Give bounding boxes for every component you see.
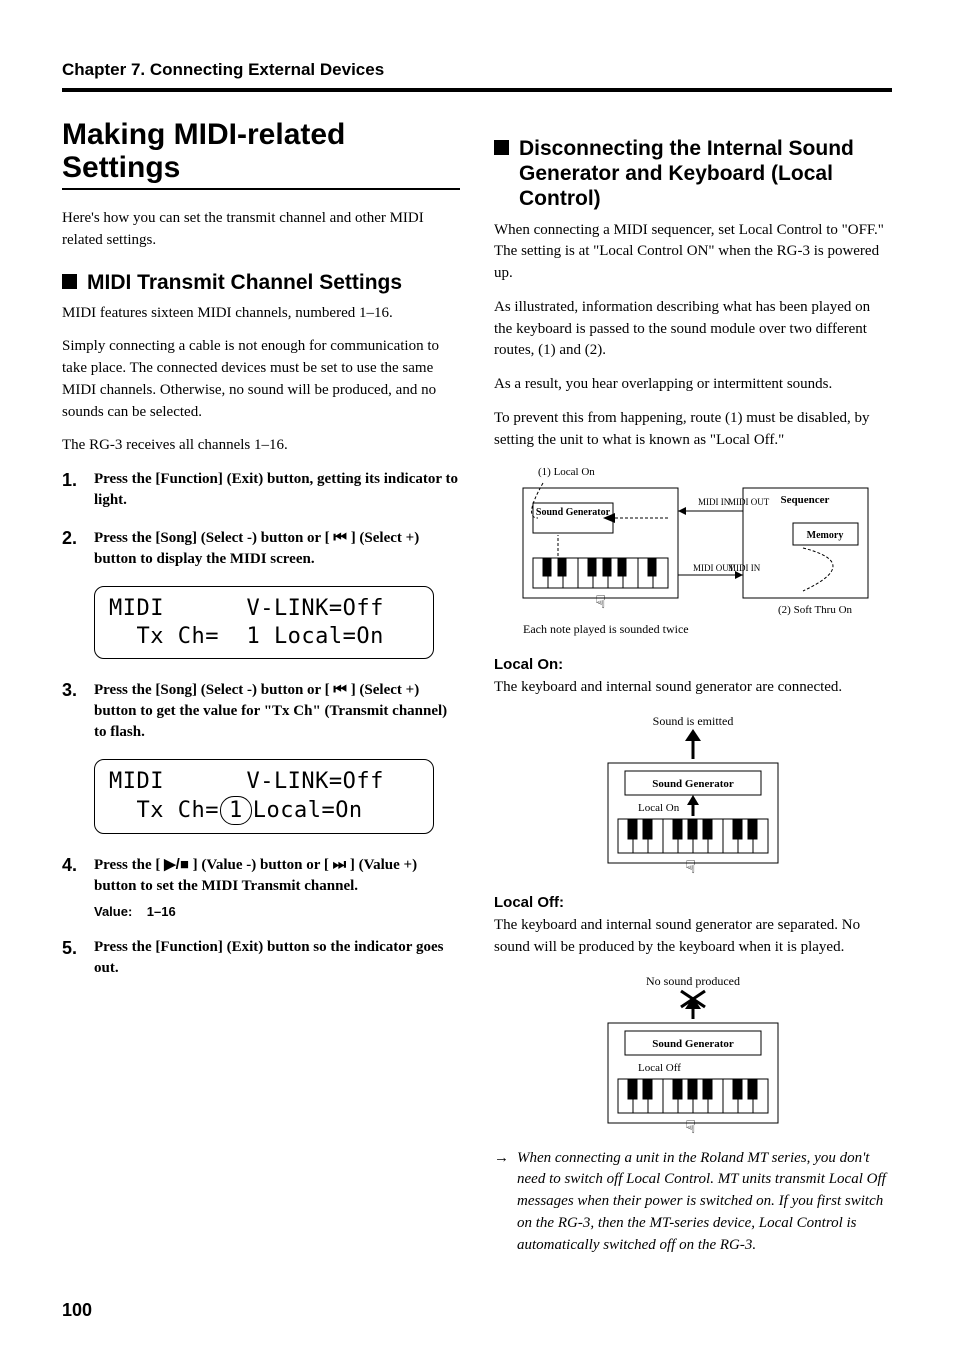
subsection-heading: MIDI Transmit Channel Settings [62, 270, 460, 295]
svg-text:Memory: Memory [807, 530, 844, 541]
subsection-title: Disconnecting the Internal Sound Generat… [519, 136, 892, 212]
value-meta: Value: 1–16 [94, 903, 460, 921]
step-text: Press the [Song] (Select -) button or [ … [94, 527, 460, 570]
square-bullet-icon [62, 274, 77, 289]
routing-diagram: (1) Local On Sound Generator ☟ [503, 463, 883, 638]
paragraph: When connecting a MIDI sequencer, set Lo… [494, 220, 892, 285]
running-head: Chapter 7. Connecting External Devices [62, 60, 892, 80]
square-bullet-icon [494, 140, 509, 155]
step-text: Press the [Function] (Exit) button, gett… [94, 469, 460, 511]
lcd-line-part: Tx Ch= [109, 798, 219, 823]
subsection-heading: Disconnecting the Internal Sound Generat… [494, 136, 892, 212]
svg-text:☟: ☟ [595, 592, 606, 612]
fast-forward-icon [333, 856, 347, 873]
svg-text:Sound Generator: Sound Generator [652, 1038, 734, 1050]
svg-text:Sequencer: Sequencer [781, 494, 830, 506]
step-text-part: Press the [Song] (Select -) button or [ [94, 682, 333, 698]
svg-text:☟: ☟ [685, 1117, 696, 1136]
step-item: 3. Press the [Song] (Select -) button or… [62, 679, 460, 743]
svg-text:Sound Generator: Sound Generator [536, 507, 611, 518]
lcd-line-part: Local=On [253, 798, 363, 823]
step-number: 3. [62, 679, 84, 699]
local-on-diagram: Sound is emitted Sound Generator Local O… [563, 711, 823, 876]
local-off-heading: Local Off: [494, 894, 892, 911]
steps-list: 1. Press the [Function] (Exit) button, g… [62, 469, 460, 570]
svg-text:No sound produced: No sound produced [646, 974, 740, 988]
intro-paragraph: Here's how you can set the transmit chan… [62, 208, 460, 252]
flashing-value: 1 [220, 796, 252, 826]
step-text-part: ] (Value -) button or [ [189, 857, 333, 873]
step-text: Press the [ ▶/■ ] (Value -) button or [ … [94, 854, 460, 921]
label-local-on: (1) Local On [538, 466, 595, 478]
step-number: 1. [62, 469, 84, 489]
note: → When connecting a unit in the Roland M… [494, 1148, 892, 1257]
step-number: 2. [62, 527, 84, 547]
step-item: 1. Press the [Function] (Exit) button, g… [62, 469, 460, 511]
svg-text:MIDI IN: MIDI IN [698, 497, 731, 507]
header-rule [62, 88, 892, 92]
paragraph: MIDI features sixteen MIDI channels, num… [62, 303, 460, 325]
svg-text:Each note played is sounded tw: Each note played is sounded twice [523, 622, 689, 636]
step-item: 5. Press the [Function] (Exit) button so… [62, 937, 460, 979]
lcd-line: MIDI V-LINK=Off [109, 769, 384, 794]
lcd-display: MIDI V-LINK=Off Tx Ch= 1 Local=On [94, 586, 460, 659]
steps-list: 4. Press the [ ▶/■ ] (Value -) button or… [62, 854, 460, 979]
section-heading: Making MIDI-related Settings [62, 118, 460, 190]
value-label: Value: [94, 904, 132, 919]
paragraph: Simply connecting a cable is not enough … [62, 336, 460, 423]
svg-text:Sound is emitted: Sound is emitted [653, 714, 734, 728]
page-number: 100 [62, 1300, 92, 1321]
steps-list: 3. Press the [Song] (Select -) button or… [62, 679, 460, 743]
left-column: Making MIDI-related Settings Here's how … [62, 118, 460, 1256]
lcd-screen: MIDI V-LINK=Off Tx Ch=1Local=On [94, 759, 434, 834]
svg-text:MIDI IN: MIDI IN [728, 563, 761, 573]
step-item: 2. Press the [Song] (Select -) button or… [62, 527, 460, 570]
rewind-icon [333, 681, 347, 698]
right-column: Disconnecting the Internal Sound Generat… [494, 118, 892, 1256]
lcd-line: MIDI V-LINK=Off [109, 596, 384, 621]
paragraph: As illustrated, information describing w… [494, 297, 892, 362]
step-text-part: Press the [Song] (Select -) button or [ [94, 530, 333, 546]
step-text: Press the [Function] (Exit) button so th… [94, 937, 460, 979]
rewind-icon [333, 529, 347, 546]
paragraph: The RG-3 receives all channels 1–16. [62, 435, 460, 457]
subsection-title: MIDI Transmit Channel Settings [87, 270, 402, 295]
step-text: Press the [Song] (Select -) button or [ … [94, 679, 460, 743]
lcd-screen: MIDI V-LINK=Off Tx Ch= 1 Local=On [94, 586, 434, 659]
lcd-line: Tx Ch= 1 Local=On [109, 624, 384, 649]
step-number: 5. [62, 937, 84, 957]
paragraph: The keyboard and internal sound generato… [494, 915, 892, 959]
svg-text:Sound Generator: Sound Generator [652, 778, 734, 790]
svg-text:MIDI OUT: MIDI OUT [728, 497, 770, 507]
note-text: When connecting a unit in the Roland MT … [517, 1148, 892, 1257]
paragraph: The keyboard and internal sound generato… [494, 677, 892, 699]
play-stop-icon: ▶/■ [164, 856, 189, 873]
paragraph: As a result, you hear overlapping or int… [494, 374, 892, 396]
lcd-display: MIDI V-LINK=Off Tx Ch=1Local=On [94, 759, 460, 834]
value-range: 1–16 [147, 904, 176, 919]
step-number: 4. [62, 854, 84, 874]
step-item: 4. Press the [ ▶/■ ] (Value -) button or… [62, 854, 460, 921]
arrow-icon: → [494, 1148, 509, 1257]
paragraph: To prevent this from happening, route (1… [494, 408, 892, 452]
step-text-part: Press the [ [94, 857, 164, 873]
svg-text:Local Off: Local Off [638, 1062, 681, 1074]
svg-text:☟: ☟ [685, 857, 696, 876]
svg-text:(2) Soft Thru On: (2) Soft Thru On [778, 604, 853, 616]
page-columns: Making MIDI-related Settings Here's how … [62, 118, 892, 1256]
local-on-heading: Local On: [494, 656, 892, 673]
svg-text:Local On: Local On [638, 802, 680, 814]
local-off-diagram: No sound produced Sound Generator Local … [563, 971, 823, 1136]
